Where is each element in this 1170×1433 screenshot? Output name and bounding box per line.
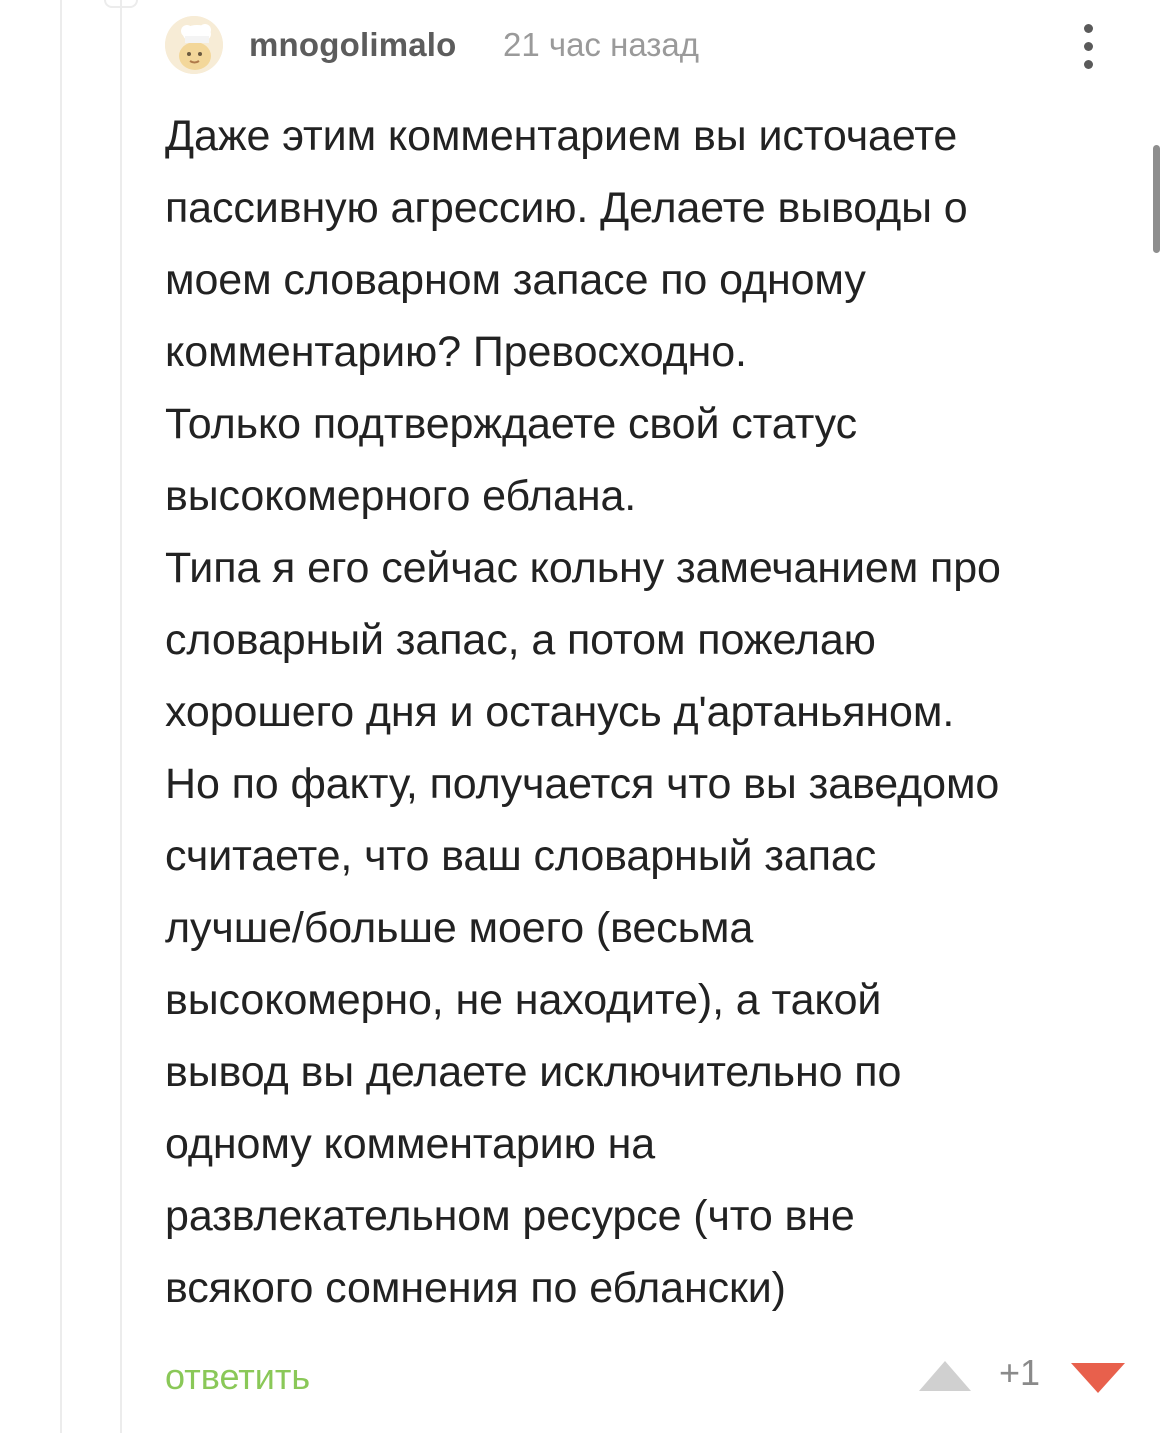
avatar-chef-icon <box>165 16 223 74</box>
thread-line-inner <box>120 0 122 1433</box>
thread-connector <box>104 0 138 8</box>
avatar[interactable] <box>165 16 223 74</box>
downvote-button[interactable] <box>1069 1360 1127 1396</box>
more-vertical-icon-dot <box>1084 42 1093 51</box>
comment-rating: +1 <box>999 1352 1041 1393</box>
comment-page: mnogolimalo 21 час назад Даже этим комме… <box>0 0 1170 1433</box>
comment-paragraph: Даже этим комментарием вы источаете пасс… <box>165 112 968 376</box>
more-vertical-icon <box>1084 24 1093 33</box>
upvote-triangle-icon <box>919 1361 971 1391</box>
more-options-button[interactable] <box>1071 18 1105 74</box>
comment-paragraph: Но по факту, получается что вы заведомо … <box>165 760 1000 1312</box>
thread-line-outer <box>60 0 62 1433</box>
upvote-button[interactable] <box>917 1358 973 1394</box>
comment-footer: ответить +1 <box>165 1350 1125 1410</box>
comment-paragraph: Типа я его сейчас кольну замечанием про … <box>165 544 1001 736</box>
comment-body: Даже этим комментарием вы источаете пасс… <box>165 100 1155 1324</box>
author-username[interactable]: mnogolimalo <box>249 26 457 64</box>
reply-button[interactable]: ответить <box>165 1356 310 1398</box>
downvote-triangle-icon <box>1071 1363 1125 1393</box>
more-vertical-icon-dot <box>1084 60 1093 69</box>
comment-paragraph: Только подтверждаете свой статус высоком… <box>165 400 858 520</box>
comment-timestamp: 21 час назад <box>503 26 700 63</box>
comment-header: mnogolimalo 21 час назад <box>165 16 1125 74</box>
